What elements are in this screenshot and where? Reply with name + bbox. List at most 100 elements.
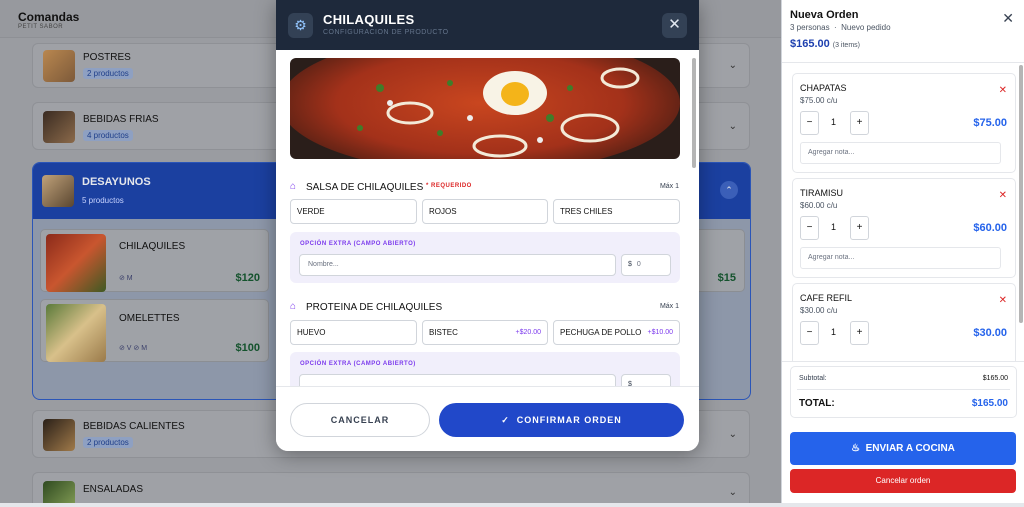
totals-box: Subtotal: $165.00 TOTAL: $165.00 — [790, 366, 1017, 418]
modal-footer: CANCELAR ✓ CONFIRMAR ORDEN — [276, 386, 699, 451]
group-label: SALSA DE CHILAQUILES — [306, 182, 424, 193]
order-items-list[interactable]: CHAPATAS $75.00 c/u ✕ − 1 + $75.00 Agreg… — [782, 62, 1024, 362]
order-total-header: $165.00 (3 items) — [790, 38, 860, 50]
option-extra-price: +$20.00 — [515, 329, 542, 336]
extra-option-box: OPCIÓN EXTRA (CAMPO ABIERTO) Nombre... $… — [290, 232, 680, 283]
category-name: BEBIDAS FRIAS — [83, 114, 159, 125]
decrease-button[interactable]: − — [800, 321, 819, 345]
product-name: CHILAQUILES — [119, 241, 186, 252]
cancel-button[interactable]: CANCELAR — [290, 403, 430, 437]
product-config-modal: ⚙ CHILAQUILES CONFIGURACION DE PRODUCTO … — [276, 0, 699, 451]
order-panel: Nueva Orden 3 personas · Nuevo pedido $1… — [781, 0, 1024, 507]
send-to-kitchen-button[interactable]: ♨ ENVIAR A COCINA — [790, 432, 1016, 465]
product-card[interactable]: $15 — [693, 229, 745, 292]
confirm-order-button[interactable]: ✓ CONFIRMAR ORDEN — [439, 403, 684, 437]
group-max: Máx 1 — [659, 303, 679, 310]
remove-item-icon[interactable]: ✕ — [999, 190, 1007, 201]
item-note-input[interactable]: Agregar nota... — [800, 247, 1001, 269]
scrollbar[interactable] — [692, 58, 696, 168]
option-button[interactable]: ROJOS — [422, 199, 548, 224]
increase-button[interactable]: + — [850, 216, 869, 240]
product-price: $100 — [235, 342, 260, 354]
send-label: ENVIAR A COCINA — [865, 443, 955, 454]
item-name: CAFE REFIL — [800, 293, 853, 303]
remove-item-icon[interactable]: ✕ — [999, 295, 1007, 306]
option-button[interactable]: HUEVO — [290, 320, 417, 345]
product-price: $15 — [717, 272, 736, 284]
chevron-up-icon[interactable]: ⌃ — [720, 181, 738, 199]
order-total: $165.00 — [790, 38, 830, 50]
item-name: TIRAMISU — [800, 188, 844, 198]
increase-button[interactable]: + — [850, 321, 869, 345]
option-button[interactable]: VERDE — [290, 199, 417, 224]
close-icon[interactable]: ✕ — [662, 13, 687, 38]
close-icon[interactable]: ✕ — [1002, 10, 1014, 27]
product-name: OMELETTES — [119, 313, 180, 324]
order-status: Nuevo pedido — [841, 23, 891, 32]
check-icon: ✓ — [501, 415, 510, 425]
option-name: VERDE — [297, 207, 325, 216]
extra-price-input[interactable]: $ — [621, 374, 671, 386]
chef-hat-icon: ♨ — [851, 443, 861, 454]
item-subtotal: $75.00 — [973, 117, 1007, 129]
extra-price-input[interactable]: $0 — [621, 254, 671, 276]
category-name: BEBIDAS CALIENTES — [83, 421, 185, 432]
product-hero-image — [290, 58, 680, 159]
category-count: 5 productos — [82, 196, 124, 205]
gear-icon: ⚙ — [288, 13, 313, 38]
cancel-order-button[interactable]: Cancelar orden — [790, 469, 1016, 493]
category-image — [43, 50, 75, 82]
item-subtotal: $60.00 — [973, 222, 1007, 234]
option-button[interactable]: BISTEC +$20.00 — [422, 320, 548, 345]
option-extra-price: +$10.00 — [647, 329, 674, 336]
extra-name-input[interactable]: Nombre... — [299, 254, 616, 276]
subtotal-label: Subtotal: — [799, 375, 827, 382]
extra-name-input[interactable] — [299, 374, 616, 386]
total-label: TOTAL: — [799, 398, 835, 409]
category-name: ENSALADAS — [83, 484, 144, 495]
category-image — [43, 111, 75, 143]
option-button[interactable]: PECHUGA DE POLLO +$10.00 — [553, 320, 680, 345]
modal-body[interactable]: ⌂ SALSA DE CHILAQUILES * REQUERIDO Máx 1… — [276, 50, 699, 386]
option-name: ROJOS — [429, 207, 457, 216]
product-price: $120 — [235, 272, 260, 284]
option-name: HUEVO — [297, 328, 326, 337]
category-count: 2 productos — [83, 68, 133, 79]
item-note-input[interactable]: Agregar nota... — [800, 142, 1001, 164]
chilaquiles-photo — [290, 58, 680, 159]
scrollbar[interactable] — [1019, 65, 1023, 323]
remove-item-icon[interactable]: ✕ — [999, 85, 1007, 96]
option-button[interactable]: TRES CHILES — [553, 199, 680, 224]
total-value: $165.00 — [971, 398, 1008, 409]
required-badge: * REQUERIDO — [426, 183, 472, 189]
app-subtitle: PETIT SABOR — [18, 24, 64, 30]
category-count: 2 productos — [83, 437, 133, 448]
chevron-down-icon: ⌄ — [728, 487, 737, 498]
price-placeholder: 0 — [636, 261, 641, 268]
decrease-button[interactable]: − — [800, 216, 819, 240]
item-quantity: 1 — [831, 117, 837, 127]
modal-subtitle: CONFIGURACION DE PRODUCTO — [323, 29, 449, 36]
item-subtotal: $30.00 — [973, 327, 1007, 339]
increase-button[interactable]: + — [850, 111, 869, 135]
category-ensaladas[interactable]: ENSALADAS ⌄ — [32, 472, 750, 507]
currency-symbol: $ — [628, 261, 632, 268]
modal-header: ⚙ CHILAQUILES CONFIGURACION DE PRODUCTO … — [276, 0, 699, 50]
product-card[interactable]: CHILAQUILES ⊘ M $120 — [40, 229, 269, 292]
tag-icon: ⌂ — [290, 301, 297, 312]
extra-option-box: OPCIÓN EXTRA (CAMPO ABIERTO) $ — [290, 352, 680, 386]
item-unit-price: $60.00 c/u — [800, 201, 838, 210]
decrease-button[interactable]: − — [800, 111, 819, 135]
order-meta: 3 personas · Nuevo pedido — [790, 23, 891, 32]
option-name: PECHUGA DE POLLO — [560, 328, 642, 337]
modal-title: CHILAQUILES — [323, 12, 415, 27]
chevron-down-icon: ⌄ — [728, 121, 737, 132]
app-title: Comandas — [18, 10, 80, 24]
product-card[interactable]: OMELETTES ⊘ V ⊘ M $100 — [40, 299, 269, 362]
group-label: PROTEINA DE CHILAQUILES — [306, 302, 443, 313]
option-name: TRES CHILES — [560, 207, 613, 216]
order-item: CAFE REFIL $30.00 c/u ✕ − 1 + $30.00 — [792, 283, 1016, 361]
subtotal-value: $165.00 — [982, 375, 1008, 382]
product-image — [46, 234, 106, 292]
category-image — [42, 175, 74, 207]
